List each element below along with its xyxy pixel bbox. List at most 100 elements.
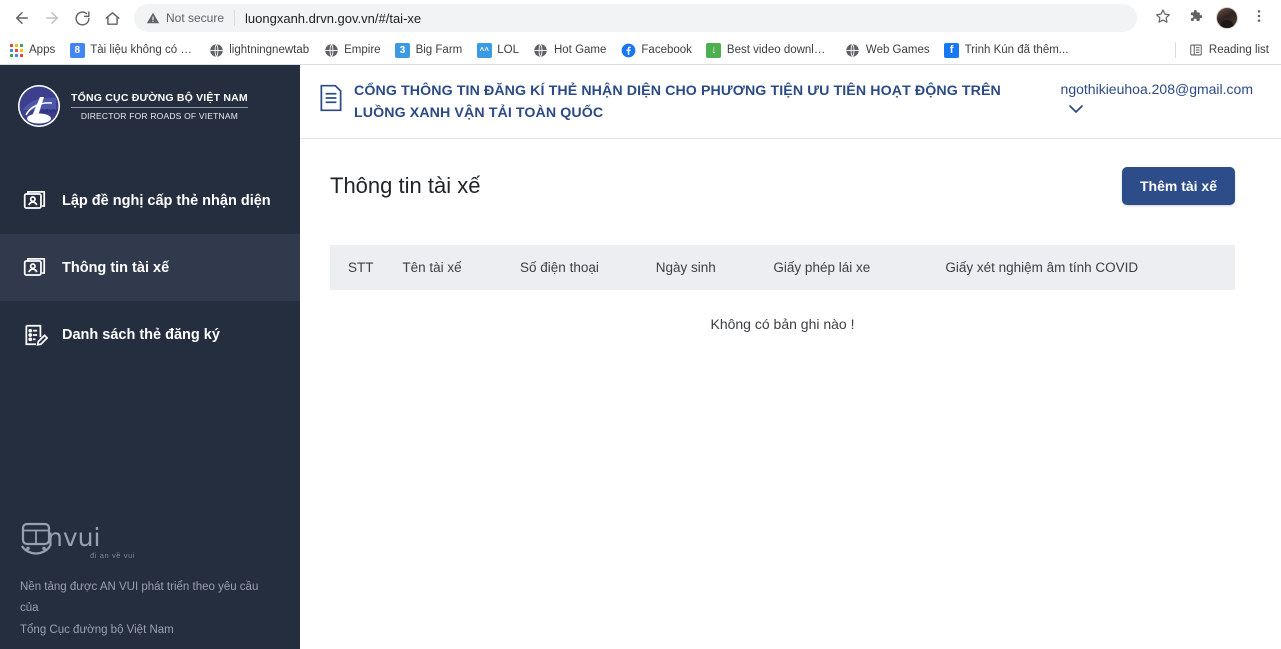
svg-text:nvui: nvui	[47, 523, 100, 552]
reload-icon	[74, 10, 91, 27]
puzzle-piece-icon	[1187, 8, 1203, 29]
bookmark-label: Web Games	[865, 44, 930, 56]
drivers-table-wrapper: STT Tên tài xế Số điện thoại Ngày sinh G…	[330, 245, 1235, 358]
security-label: Not secure	[166, 11, 225, 25]
bookmark-facebook[interactable]: Facebook	[620, 42, 692, 58]
sidebar-note-line2: Tổng Cục đường bộ Việt Nam	[20, 623, 174, 636]
download-icon: ↓	[706, 42, 722, 58]
add-driver-button[interactable]: Thêm tài xế	[1121, 167, 1235, 206]
forward-arrow-icon	[43, 9, 61, 27]
anvui-logo: nvui đi an về vui	[20, 518, 280, 563]
browser-toolbar: Not secure luongxanh.drvn.gov.vn/#/tai-x…	[0, 0, 1281, 36]
column-header-giay-xet-nghiem: Giấy xét nghiệm âm tính COVID	[945, 245, 1235, 291]
sidebar-item-danh-sach-the[interactable]: Danh sách thẻ đăng ký	[0, 301, 300, 368]
sidebar-item-lap-de-nghi[interactable]: Lập đề nghị cấp thẻ nhận diện	[0, 167, 300, 234]
avatar-icon	[1216, 7, 1238, 29]
bookmark-lol[interactable]: ^^ LOL	[476, 42, 519, 58]
reading-list-button[interactable]: Reading list	[1188, 42, 1269, 58]
account-email: ngothikieuhoa.208@gmail.com	[1060, 81, 1253, 97]
drvn-logo-icon: DRVN	[18, 85, 60, 127]
brand-text: TỔNG CỤC ĐƯỜNG BỘ VIỆT NAM DIRECTOR FOR …	[71, 92, 248, 121]
bookmark-label: Best video downloa...	[726, 44, 831, 56]
account-menu[interactable]: ngothikieuhoa.208@gmail.com	[1061, 81, 1253, 117]
sidebar-item-label: Danh sách thẻ đăng ký	[62, 326, 220, 343]
table-head: STT Tên tài xế Số điện thoại Ngày sinh G…	[330, 245, 1235, 291]
profile-button[interactable]	[1213, 4, 1241, 32]
table-header-row: STT Tên tài xế Số điện thoại Ngày sinh G…	[330, 245, 1235, 291]
globe-icon	[533, 42, 549, 58]
bookmark-lightningnewtab[interactable]: lightningnewtab	[208, 42, 309, 58]
sidebar-brand: DRVN TỔNG CỤC ĐƯỜNG BỘ VIỆT NAM DIRECTOR…	[0, 65, 300, 145]
empty-state-message: Không có bản ghi nào !	[710, 316, 855, 333]
anvui-tagline: đi an về vui	[90, 551, 136, 561]
list-edit-icon	[22, 322, 48, 348]
bookmark-label: Tài liệu không có ti...	[90, 44, 195, 56]
home-button[interactable]	[98, 4, 126, 32]
brand-title: TỔNG CỤC ĐƯỜNG BỘ VIỆT NAM	[71, 92, 248, 108]
bookmark-label: Empire	[344, 44, 381, 56]
back-button[interactable]	[8, 4, 36, 32]
bookmark-label: Facebook	[641, 44, 692, 56]
bookmark-label: LOL	[497, 44, 519, 56]
document-menu-icon[interactable]	[318, 81, 344, 118]
sidebar-nav: Lập đề nghị cấp thẻ nhận diện Thông tin …	[0, 167, 300, 368]
browser-menu-button[interactable]	[1245, 4, 1273, 32]
id-card-icon	[22, 255, 48, 281]
sidebar-footer: nvui đi an về vui Nền tảng được AN VUI p…	[0, 518, 300, 641]
table-empty-row: Không có bản ghi nào !	[330, 290, 1235, 358]
security-indicator[interactable]: Not secure	[146, 11, 224, 25]
bookmarks-bar: Apps 8 Tài liệu không có ti... lightning…	[0, 36, 1281, 65]
content-header: Thông tin tài xế Thêm tài xế	[330, 167, 1235, 206]
bookmark-label: Hot Game	[553, 44, 607, 56]
chevron-down-icon	[1068, 101, 1246, 117]
sidebar-item-thong-tin-tai-xe[interactable]: Thông tin tài xế	[0, 234, 300, 301]
page-title: Thông tin tài xế	[330, 173, 481, 199]
three-dot-menu-icon	[1251, 8, 1267, 29]
bookmark-label: Big Farm	[415, 44, 463, 56]
reload-button[interactable]	[68, 4, 96, 32]
globe-icon	[845, 42, 861, 58]
star-icon	[1155, 8, 1171, 29]
bookmark-label: lightningnewtab	[229, 44, 310, 56]
extensions-button[interactable]	[1181, 4, 1209, 32]
bookmark-label: Apps	[29, 44, 56, 56]
bookmark-tai-lieu[interactable]: 8 Tài liệu không có ti...	[69, 42, 194, 58]
bookmark-star-button[interactable]	[1149, 4, 1177, 32]
page-header: CỔNG THÔNG TIN ĐĂNG KÍ THẺ NHẬN DIỆN CHO…	[300, 65, 1281, 140]
column-header-giay-phep-lai-xe: Giấy phép lái xe	[773, 245, 946, 291]
table-body: Không có bản ghi nào !	[330, 290, 1235, 358]
bookmark-empire[interactable]: Empire	[323, 42, 381, 58]
browser-window: Not secure luongxanh.drvn.gov.vn/#/tai-x…	[0, 0, 1281, 649]
sidebar-item-label: Lập đề nghị cấp thẻ nhận diện	[62, 192, 271, 209]
bookmark-big-farm[interactable]: 3 Big Farm	[395, 42, 463, 58]
bookmark-best-video-downloader[interactable]: ↓ Best video downloa...	[706, 42, 831, 58]
toolbar-actions	[1145, 4, 1273, 32]
forward-button[interactable]	[38, 4, 66, 32]
sidebar: DRVN TỔNG CỤC ĐƯỜNG BỘ VIỆT NAM DIRECTOR…	[0, 65, 300, 649]
bookmarks-divider	[1174, 42, 1176, 58]
main-area: CỔNG THÔNG TIN ĐĂNG KÍ THẺ NHẬN DIỆN CHO…	[300, 65, 1281, 649]
back-arrow-icon	[13, 9, 31, 27]
bookmark-apps[interactable]: Apps	[8, 42, 55, 58]
facebook-icon: f	[944, 42, 960, 58]
url-text: luongxanh.drvn.gov.vn/#/tai-xe	[245, 10, 422, 26]
sidebar-item-label: Thông tin tài xế	[62, 259, 170, 276]
bookmark-hot-game[interactable]: Hot Game	[533, 42, 606, 58]
app-container: DRVN TỔNG CỤC ĐƯỜNG BỘ VIỆT NAM DIRECTOR…	[0, 65, 1281, 649]
drivers-table: STT Tên tài xế Số điện thoại Ngày sinh G…	[330, 245, 1235, 358]
apps-grid-icon	[8, 42, 24, 58]
globe-icon	[208, 42, 224, 58]
home-icon	[104, 10, 121, 27]
bookmark-web-games[interactable]: Web Games	[845, 42, 930, 58]
big-farm-icon: 3	[395, 42, 411, 58]
google-docs-icon: 8	[69, 42, 85, 58]
address-bar[interactable]: Not secure luongxanh.drvn.gov.vn/#/tai-x…	[134, 4, 1137, 32]
reading-list-icon	[1188, 42, 1204, 58]
column-header-stt: STT	[330, 245, 403, 291]
bookmark-trinh-kun[interactable]: f Trinh Kún đã thêm...	[944, 42, 1068, 58]
facebook-icon	[620, 42, 636, 58]
svg-text:DRVN: DRVN	[41, 109, 57, 115]
id-card-icon	[22, 188, 48, 214]
page-title-banner: CỔNG THÔNG TIN ĐĂNG KÍ THẺ NHẬN DIỆN CHO…	[354, 83, 1001, 121]
lol-face-icon: ^^	[476, 42, 492, 58]
